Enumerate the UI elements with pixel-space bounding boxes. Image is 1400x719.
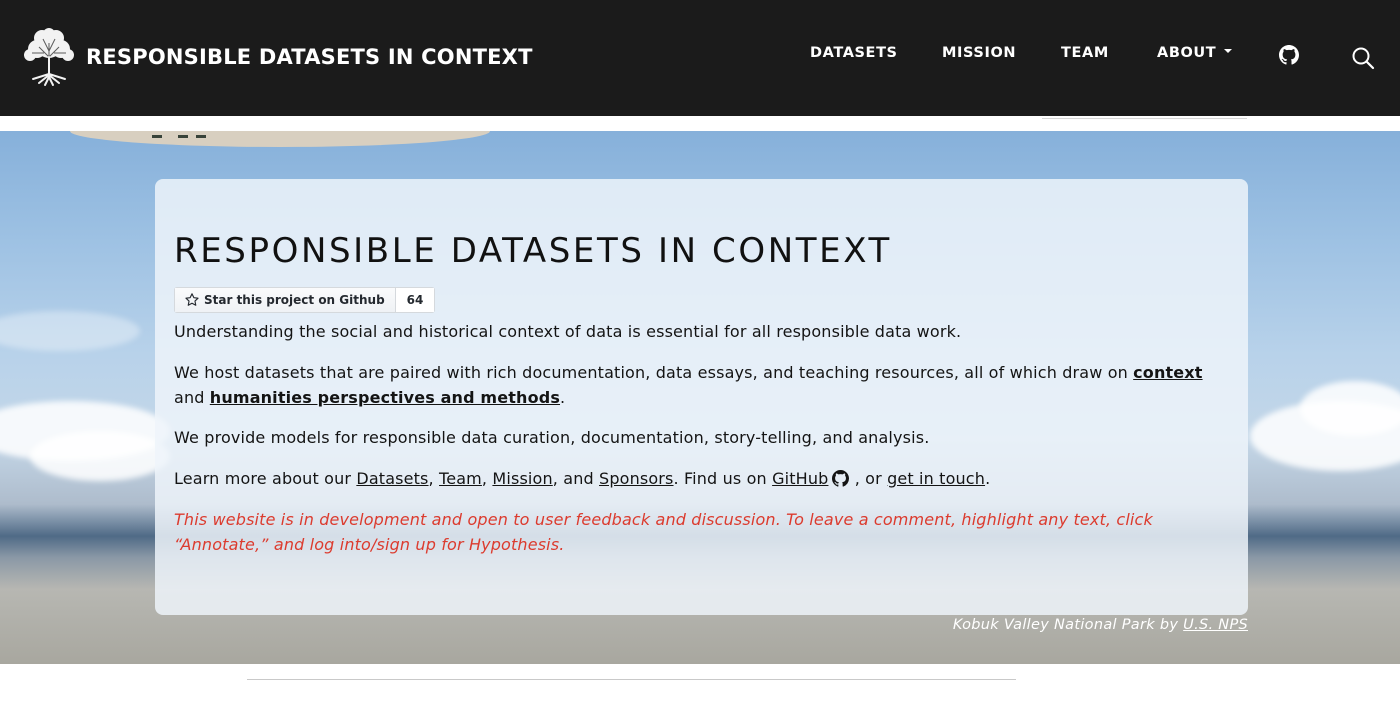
learn-sep-3: , and <box>552 469 600 488</box>
github-icon[interactable] <box>832 470 850 487</box>
learn-find: . Find us on <box>673 469 773 488</box>
context-link[interactable]: context <box>1133 363 1202 382</box>
caret-down-icon <box>1224 49 1233 53</box>
sponsors-link[interactable]: Sponsors <box>599 469 673 488</box>
star-icon <box>185 293 199 306</box>
nav-about-dropdown[interactable]: ABOUT <box>1157 45 1233 61</box>
search-box-edge <box>1042 116 1247 119</box>
team-link[interactable]: Team <box>439 469 482 488</box>
nav-team[interactable]: TEAM <box>1061 45 1109 61</box>
caption-text: Kobuk Valley National Park by <box>952 617 1184 633</box>
models-paragraph: We provide models for responsible data c… <box>174 428 930 447</box>
section-divider <box>247 679 1016 680</box>
host-text-3: . <box>560 387 566 407</box>
github-star-button[interactable]: Star this project on Github 64 <box>174 287 436 313</box>
github-icon[interactable] <box>1279 45 1299 65</box>
intro-card: RESPONSIBLE DATASETS IN CONTEXT Star thi… <box>155 179 1248 615</box>
learn-sep-1: , <box>428 469 440 488</box>
search-icon[interactable] <box>1351 46 1375 70</box>
site-title: RESPONSIBLE DATASETS IN CONTEXT <box>86 45 533 69</box>
learn-sep-2: , <box>481 469 493 488</box>
datasets-link[interactable]: Datasets <box>356 469 428 488</box>
development-notice: This website is in development and open … <box>174 510 1153 554</box>
get-in-touch-link[interactable]: get in touch <box>887 469 985 488</box>
learn-more-paragraph: Learn more about our Datasets, Team, Mis… <box>174 467 1224 492</box>
cloud-decoration <box>1300 381 1400 436</box>
photo-caption: Kobuk Valley National Park by U.S. NPS <box>953 617 1248 633</box>
mission-link[interactable]: Mission <box>492 469 552 488</box>
github-star-label-area: Star this project on Github <box>175 288 396 312</box>
cloud-decoration <box>0 311 140 351</box>
humanities-link[interactable]: humanities perspectives and methods <box>210 388 560 407</box>
page-title: RESPONSIBLE DATASETS IN CONTEXT <box>174 231 892 271</box>
learn-end: . <box>985 469 991 488</box>
airplane-wing-image <box>70 131 490 147</box>
github-star-label: Star this project on Github <box>204 293 385 307</box>
brand-home-link[interactable]: RESPONSIBLE DATASETS IN CONTEXT <box>20 26 533 88</box>
host-text-2: and <box>174 387 210 407</box>
github-star-count: 64 <box>395 288 435 312</box>
host-text-1: We host datasets that are paired with ri… <box>174 363 1134 382</box>
cloud-decoration <box>30 431 170 481</box>
nav-mission[interactable]: MISSION <box>942 45 1016 61</box>
intro-paragraph: Understanding the social and historical … <box>174 322 962 341</box>
host-paragraph: We host datasets that are paired with ri… <box>174 361 1224 410</box>
tree-logo-icon <box>24 28 74 86</box>
nav-about-label: ABOUT <box>1157 45 1217 61</box>
nav-datasets[interactable]: DATASETS <box>810 45 898 61</box>
github-link[interactable]: GitHub <box>772 469 828 488</box>
learn-text-1: Learn more about our <box>174 469 357 488</box>
caption-source-link[interactable]: U.S. NPS <box>1183 617 1248 633</box>
top-navbar: RESPONSIBLE DATASETS IN CONTEXT DATASETS… <box>0 0 1400 116</box>
learn-or: , or <box>849 469 888 488</box>
hero-banner: RESPONSIBLE DATASETS IN CONTEXT Star thi… <box>0 131 1400 664</box>
